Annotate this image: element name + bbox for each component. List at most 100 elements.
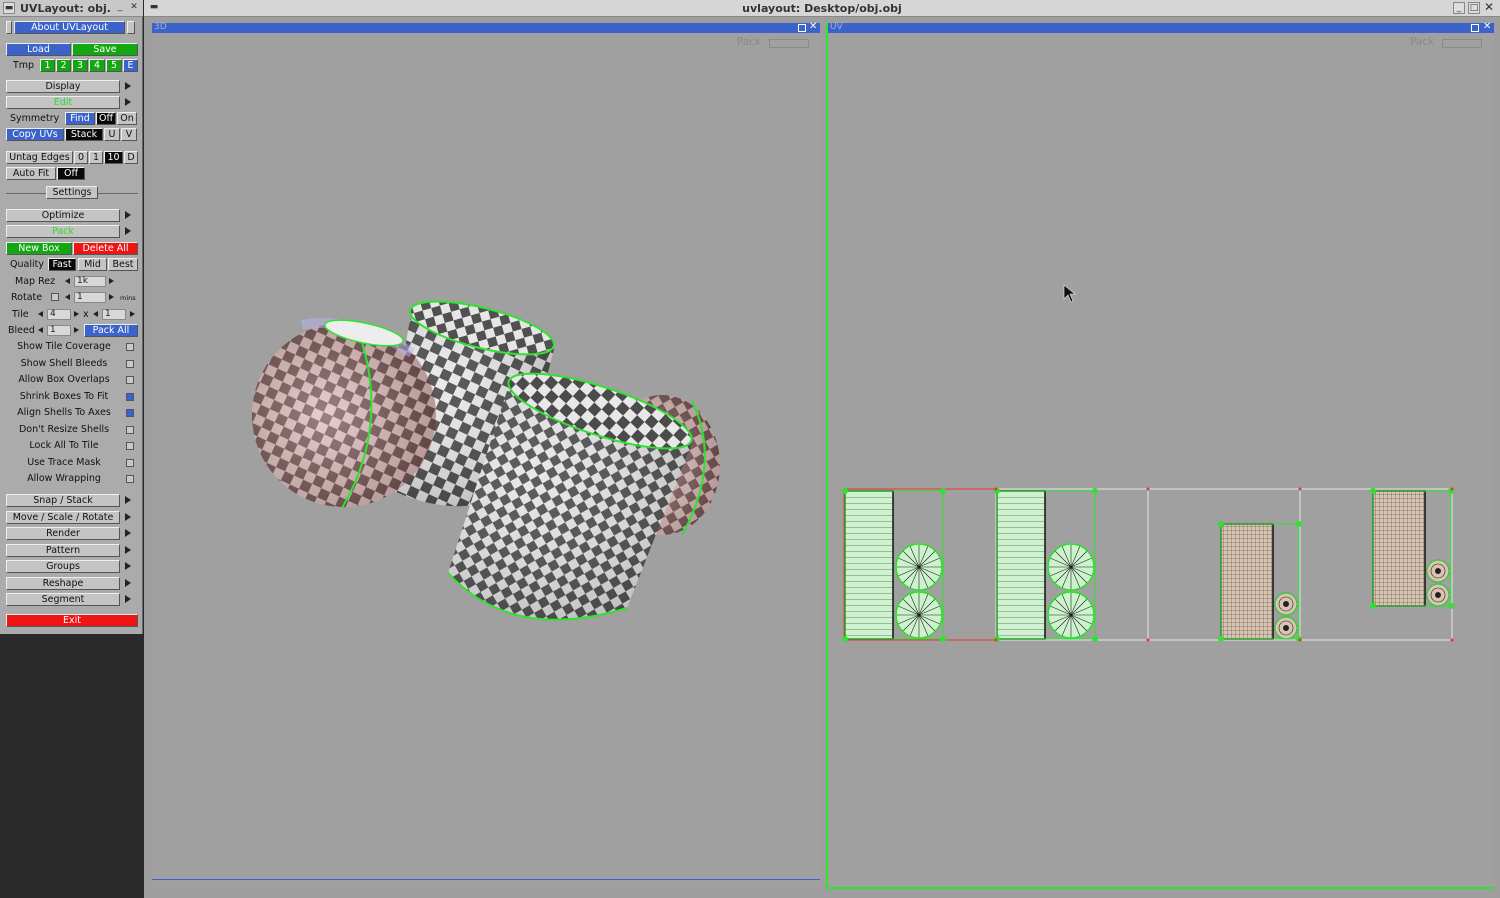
delete-all-button[interactable]: Delete All [73,242,138,255]
menu-button[interactable]: Reshape [6,576,120,590]
menu-button[interactable]: Pattern [6,543,120,557]
optimize-menu-button[interactable]: Optimize [6,209,120,222]
option-checkbox[interactable] [126,392,134,401]
map-rez-decrease-icon[interactable] [65,278,70,284]
stack-button[interactable]: Stack [65,128,103,141]
auto-fit-off-button[interactable]: Off [57,167,85,180]
bleed-increase-icon[interactable] [74,327,79,333]
quality-fast-button[interactable]: Fast [48,258,76,271]
symmetry-on-button[interactable]: On [117,112,137,125]
uv-shell[interactable] [844,490,894,640]
copy-uvs-button[interactable]: Copy UVs [6,128,64,141]
display-expand-icon[interactable] [125,82,131,90]
tile-u-decrease-icon[interactable] [38,311,43,317]
close-icon[interactable]: ✕ [1483,1,1495,14]
auto-fit-button[interactable]: Auto Fit [6,167,56,180]
rotate-checkbox[interactable] [51,293,59,301]
uv-shell[interactable] [996,490,1046,640]
quality-mid-button[interactable]: Mid [78,258,107,271]
pack-expand-icon[interactable] [125,227,131,235]
bleed-field[interactable]: 1 [47,325,71,336]
edit-expand-icon[interactable] [125,98,131,106]
rotate-increase-icon[interactable] [109,294,114,300]
tile-v-field[interactable]: 1 [102,309,126,320]
3d-viewport[interactable]: 3D ✕ Pack [152,21,820,889]
tile-u-field[interactable]: 4 [47,309,71,320]
uv-shell[interactable] [1220,523,1274,640]
tmp-slot-3[interactable]: 3 [72,59,88,72]
tmp-slot-5[interactable]: 5 [106,59,122,72]
untag-d-button[interactable]: D [124,151,138,164]
menu-expand-icon[interactable] [125,529,131,537]
load-button[interactable]: Load [6,43,71,56]
menu-button[interactable]: Segment [6,593,120,606]
tmp-slot-1[interactable]: 1 [40,59,55,72]
maximize-icon[interactable]: □ [1468,2,1480,14]
menu-expand-icon[interactable] [125,562,131,570]
menu-button[interactable]: Move / Scale / Rotate [6,510,120,524]
rotate-decrease-icon[interactable] [65,294,70,300]
menu-button[interactable]: Snap / Stack [6,494,120,507]
tile-v-increase-icon[interactable] [130,311,135,317]
menu-expand-icon[interactable] [125,496,131,504]
tmp-slot-4[interactable]: 4 [89,59,105,72]
exit-button[interactable]: Exit [6,614,138,627]
3d-scene [252,300,720,621]
menu-button[interactable]: Render [6,527,120,540]
untag-0-button[interactable]: 0 [74,151,88,164]
option-label: Don't Resize Shells [18,423,110,435]
minimize-icon[interactable]: _ [114,2,126,14]
map-rez-increase-icon[interactable] [109,278,114,284]
copy-v-button[interactable]: V [121,128,137,141]
menu-button[interactable]: Groups [6,560,120,573]
tile-v-decrease-icon[interactable] [93,311,98,317]
tmp-slot-e[interactable]: E [123,59,138,72]
edit-menu-button[interactable]: Edit [6,96,120,109]
tile-u-increase-icon[interactable] [74,311,79,317]
tmp-slot-2[interactable]: 2 [56,59,71,72]
uv-shell[interactable] [1372,490,1426,607]
untag-10-button[interactable]: 10 [104,151,123,164]
symmetry-find-button[interactable]: Find [65,112,95,125]
option-label: Show Shell Bleeds [20,357,108,369]
3d-bottom-border [152,879,820,880]
about-right-grip[interactable] [127,21,135,34]
main-title: uvlayout: Desktop/obj.obj [742,2,902,15]
option-checkbox[interactable] [126,359,134,368]
tile-x-label: x [83,309,89,320]
bleed-decrease-icon[interactable] [38,327,43,333]
menu-expand-icon[interactable] [125,545,131,554]
menu-expand-icon[interactable] [125,595,131,603]
copy-u-button[interactable]: U [104,128,120,141]
option-checkbox[interactable] [126,458,134,467]
about-left-grip[interactable] [6,21,12,34]
menu-expand-icon[interactable] [125,512,131,521]
option-checkbox[interactable] [126,409,134,417]
untag-1-button[interactable]: 1 [89,151,103,164]
option-label: Show Tile Coverage [17,341,111,352]
display-menu-button[interactable]: Display [6,80,120,93]
option-checkbox[interactable] [126,343,134,351]
minimize-icon[interactable]: _ [1453,2,1465,14]
new-box-button[interactable]: New Box [6,242,72,255]
save-button[interactable]: Save [72,43,138,56]
map-rez-field[interactable]: 1k [74,276,106,287]
close-icon[interactable]: ✕ [128,2,140,14]
settings-button[interactable]: Settings [46,186,98,199]
option-checkbox[interactable] [126,425,134,434]
pack-all-button[interactable]: Pack All [84,324,138,337]
window-menu-icon[interactable]: ▬ [3,2,15,14]
option-checkbox[interactable] [126,475,134,483]
symmetry-off-button[interactable]: Off [96,112,116,125]
mouse-cursor-icon [1063,284,1076,303]
optimize-expand-icon[interactable] [125,211,131,219]
about-button[interactable]: About UVLayout [14,21,125,34]
menu-expand-icon[interactable] [125,578,131,587]
option-checkbox[interactable] [126,442,134,450]
untag-edges-button[interactable]: Untag Edges [6,151,73,164]
rotate-field[interactable]: 1 [74,292,106,303]
quality-best-button[interactable]: Best [108,258,138,271]
option-checkbox[interactable] [126,376,134,384]
pack-menu-button[interactable]: Pack [6,225,120,238]
uv-viewport[interactable]: UV ✕ Pack [826,21,1494,889]
